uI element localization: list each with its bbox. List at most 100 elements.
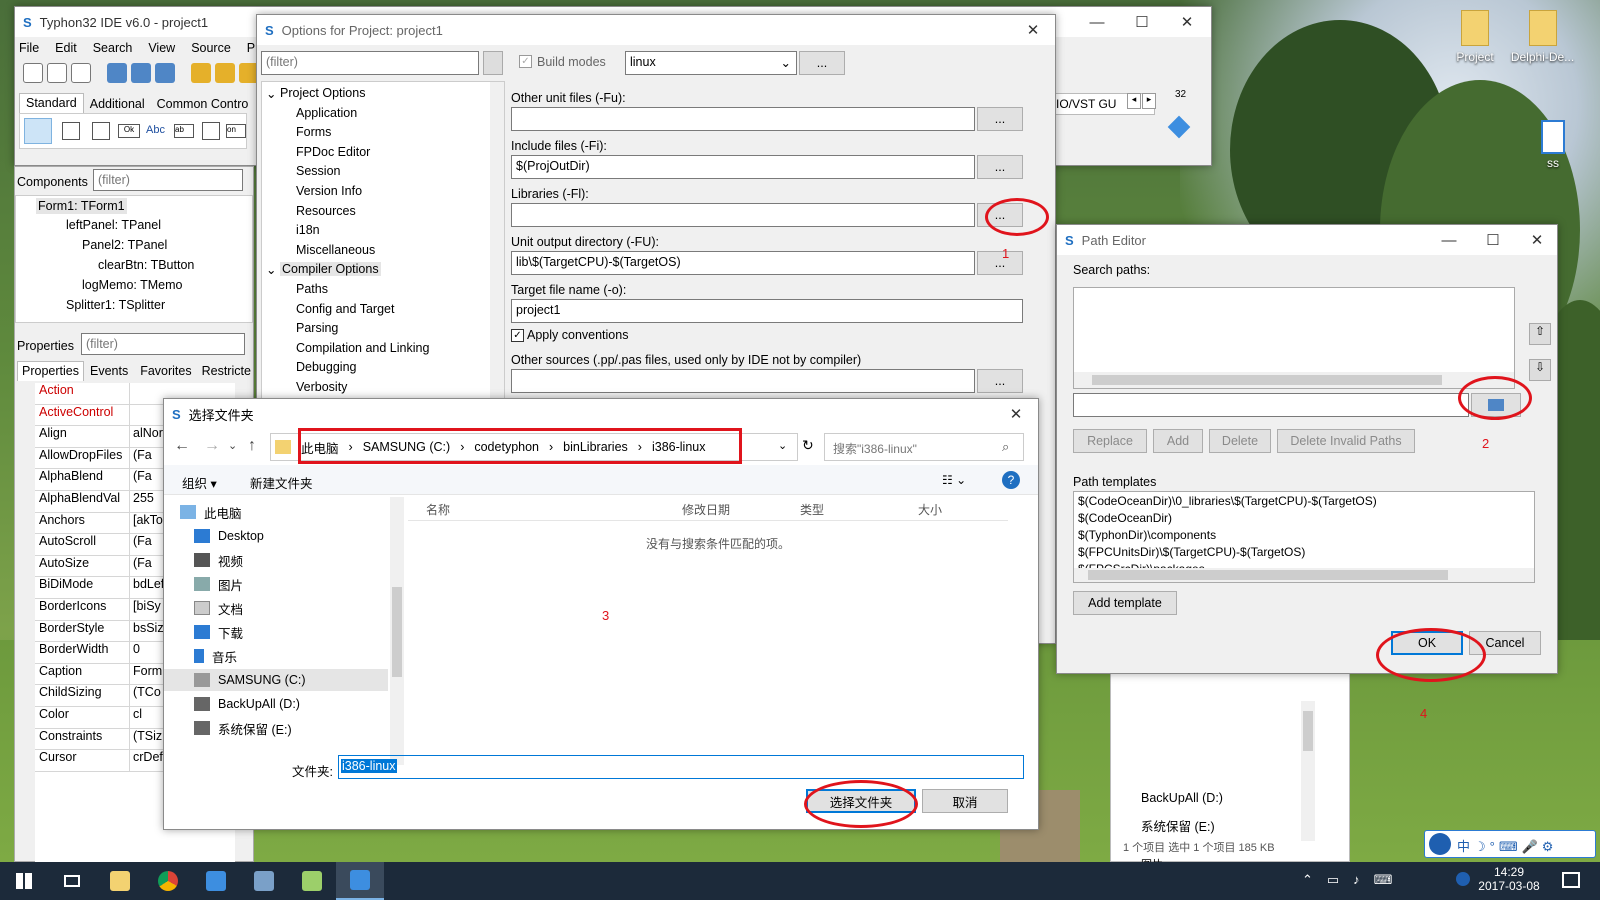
minimize-icon[interactable]: — xyxy=(1075,7,1119,37)
up-arrow-icon[interactable]: ↑ xyxy=(248,437,256,455)
path-templates-list[interactable]: $(CodeOceanDir)\0_libraries\$(TargetCPU)… xyxy=(1073,491,1535,583)
refresh-icon[interactable]: ↻ xyxy=(802,437,814,454)
tree-item-leftpanel[interactable]: leftPanel: TPanel xyxy=(66,218,161,232)
ime-toolbar[interactable]: 中☽°⌨🎤⚙ xyxy=(1424,830,1596,858)
back-arrow-icon[interactable]: ← xyxy=(174,437,190,455)
close-icon[interactable]: ✕ xyxy=(1515,225,1559,255)
maximize-icon[interactable]: ☐ xyxy=(1471,225,1515,255)
tree-item[interactable]: Session xyxy=(296,164,340,178)
clear-filter-icon[interactable] xyxy=(483,51,503,75)
prop-value[interactable]: (Fa xyxy=(130,556,152,577)
minimize-icon[interactable]: — xyxy=(1427,225,1471,255)
pointer-icon[interactable] xyxy=(24,118,52,144)
expand-icon[interactable]: ⌄ xyxy=(266,86,276,101)
edit-component-icon[interactable]: ab xyxy=(174,124,194,138)
prop-value[interactable] xyxy=(130,405,133,426)
ime-tray-icon[interactable] xyxy=(1456,872,1470,886)
tree-item[interactable]: Paths xyxy=(296,282,328,296)
horizontal-scrollbar[interactable] xyxy=(1074,372,1514,388)
toggle-component-icon[interactable]: on xyxy=(226,124,246,138)
new-folder-button[interactable]: 新建文件夹 xyxy=(250,473,313,492)
search-paths-list[interactable] xyxy=(1073,287,1515,389)
system-tray-icons[interactable]: ⌃▭♪⌨ xyxy=(1302,872,1406,888)
popup-menu-icon[interactable] xyxy=(92,122,110,140)
prop-value[interactable]: (Fa xyxy=(130,469,152,490)
column-type[interactable]: 类型 xyxy=(800,501,824,518)
menu-source[interactable]: Source xyxy=(191,41,231,55)
nav-item[interactable]: BackUpAll (D:) xyxy=(218,697,300,711)
tree-item[interactable]: Application xyxy=(296,106,357,120)
include-input[interactable]: $(ProjOutDir) xyxy=(511,155,975,179)
apply-conventions-checkbox[interactable]: ✓ xyxy=(511,329,524,342)
options-filter-input[interactable]: (filter) xyxy=(261,51,479,75)
build-modes-checkbox[interactable]: ✓ xyxy=(519,55,532,68)
tree-item-clearbtn[interactable]: clearBtn: TButton xyxy=(98,258,194,272)
nav-scrollbar[interactable] xyxy=(390,497,404,765)
menu-view[interactable]: View xyxy=(148,41,175,55)
template-item[interactable]: $(FPCUnitsDir)\$(TargetCPU)-$(TargetOS) xyxy=(1078,545,1305,559)
menu-file[interactable]: File xyxy=(19,41,39,55)
add-button[interactable]: Add xyxy=(1153,429,1203,453)
components-filter-input[interactable]: (filter) xyxy=(93,169,243,191)
prop-value[interactable] xyxy=(130,383,133,404)
chrome-icon[interactable] xyxy=(144,862,192,900)
tree-item[interactable]: Config and Target xyxy=(296,302,394,316)
new-file-icon[interactable] xyxy=(23,63,43,83)
tree-item[interactable]: i18n xyxy=(296,223,320,237)
maximize-icon[interactable]: ☐ xyxy=(1120,7,1164,37)
build-mode-select[interactable]: linux ⌄ xyxy=(625,51,797,75)
tree-item-splitter1[interactable]: Splitter1: TSplitter xyxy=(66,298,165,312)
expand-icon[interactable]: ⌄ xyxy=(266,262,276,277)
tree-compiler-options[interactable]: Compiler Options xyxy=(280,262,381,277)
button-component-icon[interactable]: Ok xyxy=(118,124,140,138)
other-sources-input[interactable] xyxy=(511,369,975,393)
nav-item[interactable]: Desktop xyxy=(218,529,264,543)
new-unit-icon[interactable] xyxy=(47,63,67,83)
move-up-icon[interactable]: ⇧ xyxy=(1529,323,1551,345)
nav-item[interactable]: 图片 xyxy=(218,575,243,594)
prop-value[interactable]: crDef xyxy=(130,750,163,771)
tree-item[interactable]: Compilation and Linking xyxy=(296,341,429,355)
folder-name-input[interactable]: i386-linux xyxy=(338,755,1024,779)
scroll-right-icon[interactable]: ▸ xyxy=(1142,93,1156,109)
typhon-icon[interactable] xyxy=(192,862,240,900)
desktop-icon-project[interactable]: Project xyxy=(1445,10,1505,80)
include-browse-button[interactable]: ... xyxy=(977,155,1023,179)
prop-value[interactable]: bsSiz xyxy=(130,621,164,642)
tab-events[interactable]: Events xyxy=(84,361,134,381)
organize-button[interactable]: 组织 ▾ xyxy=(182,473,217,492)
prop-value[interactable]: (Fa xyxy=(130,534,152,555)
new-form-icon[interactable] xyxy=(71,63,91,83)
tree-item[interactable]: Parsing xyxy=(296,321,338,335)
close-icon[interactable]: ✕ xyxy=(1011,15,1055,45)
prop-value[interactable]: (TCo xyxy=(130,685,161,706)
properties-filter-input[interactable]: (filter) xyxy=(81,333,245,355)
template-item[interactable]: $(CodeOceanDir)\0_libraries\$(TargetCPU)… xyxy=(1078,494,1377,508)
other-unit-browse-button[interactable]: ... xyxy=(977,107,1023,131)
tree-item-logmemo[interactable]: logMemo: TMemo xyxy=(82,278,183,292)
build-modes-button[interactable]: ... xyxy=(799,51,845,75)
view-options-icon[interactable]: ☷ ⌄ xyxy=(942,473,966,487)
scroll-left-icon[interactable]: ◂ xyxy=(1127,93,1141,109)
tree-project-options[interactable]: Project Options xyxy=(280,86,365,100)
save-all-icon[interactable] xyxy=(155,63,175,83)
tree-item[interactable]: Debugging xyxy=(296,360,356,374)
other-sources-browse-button[interactable]: ... xyxy=(977,369,1023,393)
tree-item[interactable]: Resources xyxy=(296,204,356,218)
tab-properties[interactable]: Properties xyxy=(17,361,84,381)
prop-value[interactable]: 0 xyxy=(130,642,140,663)
main-menu-icon[interactable] xyxy=(62,122,80,140)
clock[interactable]: 14:29 2017-03-08 xyxy=(1474,865,1544,893)
add-template-button[interactable]: Add template xyxy=(1073,591,1177,615)
desktop-icon-ss[interactable]: ss xyxy=(1528,120,1578,180)
template-item[interactable]: $(CodeOceanDir) xyxy=(1078,511,1172,525)
replace-button[interactable]: Replace xyxy=(1073,429,1147,453)
tree-item[interactable]: Verbosity xyxy=(296,380,347,394)
tab-favorites[interactable]: Favorites xyxy=(134,361,197,381)
column-date[interactable]: 修改日期 xyxy=(682,501,730,518)
menu-search[interactable]: Search xyxy=(93,41,133,55)
horizontal-scrollbar[interactable] xyxy=(1074,568,1534,582)
nav-item[interactable]: 下载 xyxy=(218,623,243,642)
prop-value[interactable]: bdLef xyxy=(130,577,164,598)
recent-dropdown-icon[interactable]: ⌄ xyxy=(228,439,237,452)
